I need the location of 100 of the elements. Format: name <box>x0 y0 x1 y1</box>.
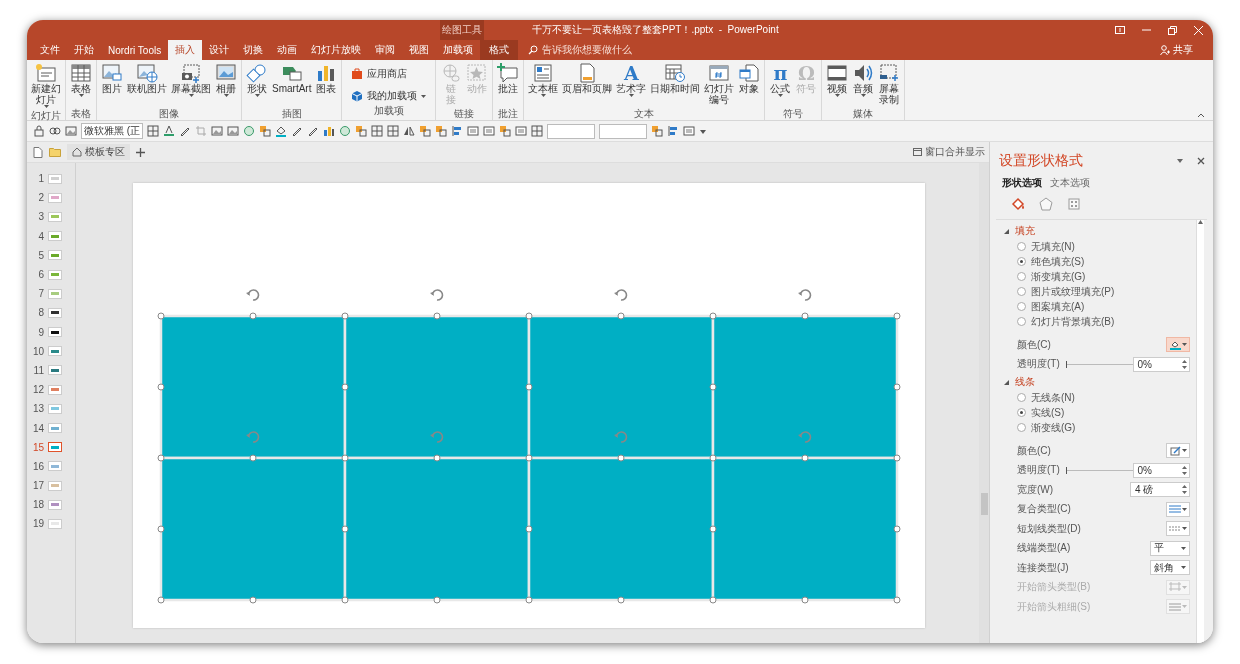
frame-icon[interactable] <box>483 125 496 137</box>
pane-tab[interactable]: 文本选项 <box>1050 176 1090 190</box>
ribbon-tab[interactable]: 动画 <box>270 40 305 60</box>
ribbon-button[interactable]: 对象 <box>737 62 762 107</box>
new-document-icon[interactable] <box>33 146 43 158</box>
slide-thumbnail[interactable]: 15 <box>27 437 75 457</box>
slide-thumbnail[interactable]: 4 <box>27 226 75 246</box>
font-field[interactable]: 微软雅黑 (正 <box>81 123 144 139</box>
ribbon-button[interactable]: 音频 <box>851 62 876 107</box>
fill-bucket-icon[interactable] <box>275 125 288 137</box>
slide-thumbnail[interactable]: 7 <box>27 284 75 304</box>
lock-icon[interactable] <box>33 125 45 137</box>
share-button[interactable]: 共享 <box>1154 40 1199 60</box>
rotate-handle-icon[interactable] <box>614 289 628 301</box>
resize-handle[interactable] <box>157 454 165 462</box>
flip-icon[interactable] <box>403 125 416 137</box>
resize-handle[interactable] <box>801 454 809 462</box>
scroll-up-icon[interactable] <box>1198 220 1203 224</box>
close-icon[interactable] <box>1197 157 1205 165</box>
search-icon[interactable] <box>528 45 539 55</box>
slide-thumbnail[interactable]: 2 <box>27 188 75 208</box>
slide-thumbnail[interactable]: 12 <box>27 380 75 400</box>
ribbon-button[interactable]: 屏幕截图 <box>170 62 212 107</box>
search-field[interactable]: 告诉我你想要做什么 <box>542 43 633 57</box>
resize-handle[interactable] <box>341 454 349 462</box>
resize-handle[interactable] <box>157 312 165 320</box>
ribbon-button[interactable]: 文本框 <box>527 62 560 107</box>
ribbon-tab[interactable]: 切换 <box>236 40 271 60</box>
restore-icon[interactable] <box>1168 25 1177 35</box>
text-color-icon[interactable] <box>163 125 176 137</box>
ribbon-button[interactable]: 幻灯片编号 <box>703 62 736 107</box>
resize-handle[interactable] <box>341 596 349 604</box>
rotate-handle-icon[interactable] <box>614 431 628 443</box>
resize-handle[interactable] <box>709 454 717 462</box>
align-icon[interactable] <box>451 125 464 137</box>
resize-handle[interactable] <box>525 525 533 533</box>
ribbon-button[interactable]: 相册 <box>214 62 238 107</box>
line-style-dropdown[interactable] <box>1166 501 1190 517</box>
slide-thumbnail[interactable]: 14 <box>27 418 75 438</box>
ribbon-tab[interactable]: 视图 <box>402 40 437 60</box>
resize-handle[interactable] <box>525 383 533 391</box>
ribbon-tab[interactable]: 插入 <box>168 40 203 60</box>
squares-icon[interactable] <box>499 125 512 137</box>
squares-icon[interactable] <box>435 125 448 137</box>
ribbon-button[interactable]: 视频 <box>825 62 850 107</box>
ribbon-button[interactable]: π 公式 <box>768 62 793 107</box>
resize-handle[interactable] <box>433 454 441 462</box>
ribbon-display-icon[interactable] <box>1115 26 1125 34</box>
resize-handle[interactable] <box>341 383 349 391</box>
ribbon-button[interactable]: 日期和时间 <box>649 62 702 107</box>
ribbon-tab[interactable]: 幻灯片放映 <box>304 40 369 60</box>
resize-handle[interactable] <box>433 596 441 604</box>
slide-thumbnail[interactable]: 8 <box>27 303 75 323</box>
ribbon-button[interactable]: 表格 <box>69 62 93 107</box>
resize-handle[interactable] <box>157 383 165 391</box>
dropdown[interactable]: 平 <box>1150 540 1190 556</box>
resize-handle[interactable] <box>525 596 533 604</box>
rectangle-shape[interactable] <box>711 456 899 602</box>
pen-icon[interactable] <box>291 125 304 137</box>
slide-thumbnail[interactable]: 16 <box>27 456 75 476</box>
line-style-dropdown[interactable] <box>1166 521 1190 537</box>
slide-thumbnail[interactable]: 5 <box>27 245 75 265</box>
transparency-field[interactable]: 0% <box>1132 462 1190 478</box>
bar-chart-icon[interactable] <box>323 125 336 137</box>
pane-options-icon[interactable] <box>1177 159 1183 163</box>
picture-icon[interactable] <box>65 125 77 137</box>
rotate-handle-icon[interactable] <box>798 431 812 443</box>
resize-handle[interactable] <box>341 525 349 533</box>
squares-icon[interactable] <box>419 125 432 137</box>
radio-button[interactable] <box>1017 302 1026 311</box>
rotate-handle-icon[interactable] <box>246 431 260 443</box>
resize-handle[interactable] <box>801 312 809 320</box>
expanded-arrow-icon[interactable] <box>1004 379 1009 385</box>
transparency-slider[interactable] <box>1065 360 1133 368</box>
resize-handle[interactable] <box>893 383 901 391</box>
ribbon-button[interactable]: SmartArt <box>271 62 313 107</box>
resize-handle[interactable] <box>709 596 717 604</box>
height-field[interactable] <box>547 123 596 139</box>
radio-button[interactable] <box>1017 272 1026 281</box>
resize-handle[interactable] <box>801 596 809 604</box>
expanded-arrow-icon[interactable] <box>1004 228 1009 234</box>
circle-icon[interactable] <box>339 125 352 137</box>
width-field[interactable] <box>599 123 648 139</box>
grid-icon[interactable] <box>531 125 544 137</box>
align-icon[interactable] <box>667 125 680 137</box>
grid-icon[interactable] <box>387 125 400 137</box>
resize-handle[interactable] <box>893 596 901 604</box>
dropdown[interactable]: 斜角 <box>1150 560 1190 576</box>
ribbon-tab[interactable]: 文件 <box>33 40 67 60</box>
grid-icon[interactable] <box>371 125 384 137</box>
ribbon-button[interactable]: 应用商店 <box>349 66 429 82</box>
slide-thumbnail[interactable]: 1 <box>27 169 75 189</box>
frame-icon[interactable] <box>683 125 696 137</box>
rotate-handle-icon[interactable] <box>430 289 444 301</box>
rectangle-shape[interactable] <box>159 456 347 602</box>
ribbon-tab[interactable]: 设计 <box>202 40 237 60</box>
resize-handle[interactable] <box>525 454 533 462</box>
radio-button[interactable] <box>1017 287 1026 296</box>
ribbon-button[interactable]: 图表 <box>314 62 339 107</box>
resize-handle[interactable] <box>157 525 165 533</box>
